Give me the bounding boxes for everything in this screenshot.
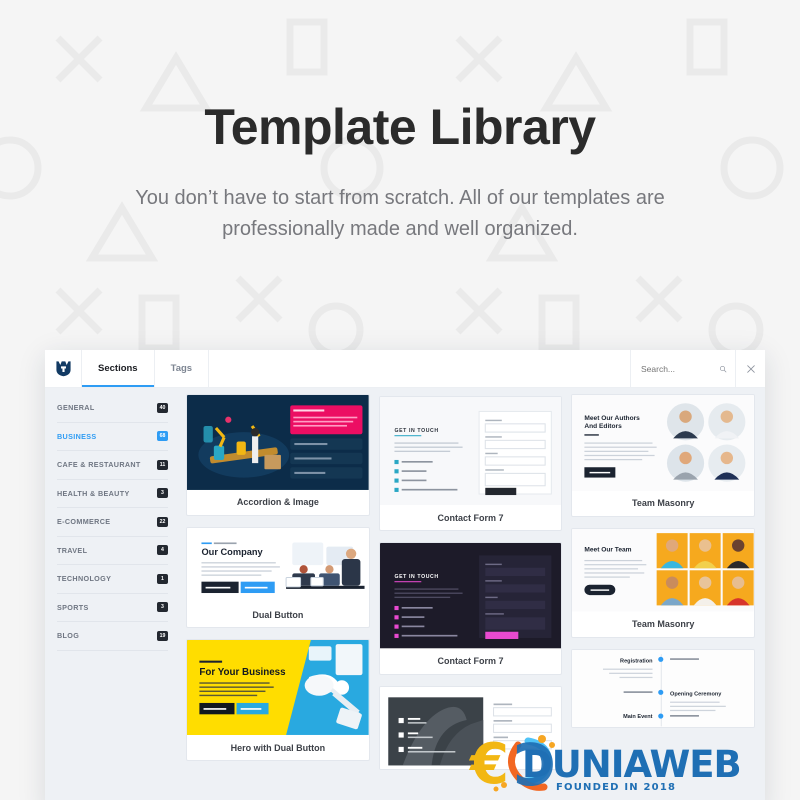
sidebar-item-blog[interactable]: BLOG 19 bbox=[57, 622, 168, 651]
template-card-title: Team Masonry bbox=[632, 498, 695, 509]
sidebar-item-label: CAFE & RESTAURANT bbox=[57, 460, 141, 470]
svg-text:Our Company: Our Company bbox=[201, 547, 263, 557]
sidebar-item-count: 22 bbox=[157, 516, 168, 527]
close-button[interactable] bbox=[735, 350, 765, 387]
template-card[interactable]: Meet Our Authors And Editors Team Masonr… bbox=[571, 394, 756, 517]
sidebar-item-label: BLOG bbox=[57, 631, 80, 641]
search-input[interactable] bbox=[641, 363, 715, 374]
sidebar-item-label: TRAVEL bbox=[57, 545, 88, 555]
sidebar-item-general[interactable]: GENERAL 40 bbox=[57, 394, 168, 423]
grid-column-2: GET IN TOUCH Contact Form 7 GET IN TOUCH… bbox=[378, 394, 563, 800]
contact-form-photo-thumbnail bbox=[379, 686, 562, 770]
mascot-logo-icon bbox=[55, 361, 71, 377]
accordion-image-thumbnail bbox=[187, 395, 369, 490]
svg-text:Meet Our Authors: Meet Our Authors bbox=[585, 415, 641, 422]
template-library-window: Sections Tags GENERAL 40 B bbox=[45, 350, 765, 800]
template-card[interactable]: Accordion & Image bbox=[186, 394, 370, 516]
grid-column-3: Meet Our Authors And Editors Team Masonr… bbox=[571, 394, 756, 800]
sidebar-item-count: 1 bbox=[157, 573, 168, 584]
template-card-title: Hero with Dual Button bbox=[230, 742, 326, 753]
svg-text:GET IN TOUCH: GET IN TOUCH bbox=[394, 574, 438, 580]
template-card[interactable]: GET IN TOUCH Contact Form 7 bbox=[378, 542, 563, 675]
svg-text:And Editors: And Editors bbox=[585, 423, 623, 430]
search-icon[interactable] bbox=[719, 364, 727, 374]
dual-button-thumbnail: Our Company bbox=[187, 527, 369, 603]
sidebar-item-sports[interactable]: SPORTS 3 bbox=[57, 594, 168, 622]
template-card[interactable] bbox=[378, 685, 563, 771]
sidebar-item-count: 4 bbox=[157, 545, 168, 556]
sidebar-item-business[interactable]: BUSINESS 68 bbox=[57, 423, 168, 451]
team-masonry-circles-thumbnail: Meet Our Authors And Editors bbox=[572, 395, 755, 491]
app-logo[interactable] bbox=[45, 350, 82, 387]
svg-text:Registration: Registration bbox=[620, 658, 653, 664]
contact-form-light-thumbnail: GET IN TOUCH bbox=[379, 397, 562, 506]
grid-column-1: Accordion & Image Our Company Dual Butto… bbox=[186, 394, 370, 800]
svg-text:GET IN TOUCH: GET IN TOUCH bbox=[394, 428, 438, 434]
sidebar-item-label: BUSINESS bbox=[57, 431, 97, 441]
sidebar-item-health-beauty[interactable]: HEALTH & BEAUTY 3 bbox=[57, 480, 168, 508]
sidebar-item-count: 3 bbox=[157, 602, 168, 613]
contact-form-dark-thumbnail: GET IN TOUCH bbox=[379, 543, 562, 649]
hero-section: Template Library You don’t have to start… bbox=[0, 0, 800, 245]
svg-text:Main Event: Main Event bbox=[623, 714, 653, 720]
tab-tags-label: Tags bbox=[170, 363, 193, 374]
sidebar-item-travel[interactable]: TRAVEL 4 bbox=[57, 537, 168, 565]
search-container bbox=[630, 350, 735, 387]
tab-sections-label: Sections bbox=[98, 363, 138, 374]
sidebar-item-label: TECHNOLOGY bbox=[57, 574, 112, 584]
sidebar-item-label: SPORTS bbox=[57, 602, 89, 612]
template-card[interactable]: Our Company Dual Button bbox=[186, 526, 370, 629]
sidebar-item-count: 40 bbox=[157, 402, 168, 413]
svg-text:For Your Business: For Your Business bbox=[199, 667, 286, 678]
hero-dual-button-thumbnail: For Your Business bbox=[187, 640, 369, 736]
sidebar-item-count: 3 bbox=[157, 488, 168, 499]
tab-tags[interactable]: Tags bbox=[155, 350, 210, 387]
window-topbar: Sections Tags bbox=[45, 350, 765, 388]
template-card[interactable]: GET IN TOUCH Contact Form 7 bbox=[378, 396, 563, 532]
template-card-title: Contact Form 7 bbox=[437, 656, 504, 667]
sidebar-item-count: 11 bbox=[157, 459, 168, 470]
template-card-title: Team Masonry bbox=[632, 619, 695, 630]
template-card-title: Accordion & Image bbox=[236, 497, 319, 508]
team-masonry-grid-thumbnail: Meet Our Team bbox=[572, 528, 755, 612]
sidebar-item-label: E-COMMERCE bbox=[57, 517, 111, 527]
template-card[interactable]: Registration Opening Ceremony Main Event bbox=[571, 648, 756, 728]
window-body: GENERAL 40 BUSINESS 68 CAFE & RESTAURANT… bbox=[45, 388, 765, 800]
category-sidebar: GENERAL 40 BUSINESS 68 CAFE & RESTAURANT… bbox=[45, 388, 180, 800]
template-card-title: Contact Form 7 bbox=[437, 512, 504, 523]
svg-text:Opening Ceremony: Opening Ceremony bbox=[670, 691, 722, 697]
sidebar-item-count: 19 bbox=[157, 630, 168, 641]
sidebar-item-technology[interactable]: TECHNOLOGY 1 bbox=[57, 565, 168, 594]
sidebar-item-cafe-restaurant[interactable]: CAFE & RESTAURANT 11 bbox=[57, 451, 168, 480]
template-card[interactable]: Meet Our Team Team Masonry bbox=[571, 527, 756, 638]
event-schedule-thumbnail: Registration Opening Ceremony Main Event bbox=[572, 649, 755, 727]
sidebar-item-e-commerce[interactable]: E-COMMERCE 22 bbox=[57, 508, 168, 537]
sidebar-item-label: HEALTH & BEAUTY bbox=[57, 488, 130, 498]
template-card-title: Dual Button bbox=[252, 609, 304, 620]
page-title: Template Library bbox=[204, 99, 596, 155]
page-subtitle: You don’t have to start from scratch. Al… bbox=[135, 187, 665, 240]
sidebar-item-label: GENERAL bbox=[57, 403, 95, 413]
close-icon bbox=[746, 364, 755, 373]
svg-text:Meet Our Team: Meet Our Team bbox=[585, 547, 632, 554]
template-grid[interactable]: Accordion & Image Our Company Dual Butto… bbox=[180, 388, 765, 800]
sidebar-item-count: 68 bbox=[157, 431, 168, 442]
template-card[interactable]: For Your Business Hero with Dual Button bbox=[186, 639, 370, 762]
tab-sections[interactable]: Sections bbox=[82, 350, 155, 387]
